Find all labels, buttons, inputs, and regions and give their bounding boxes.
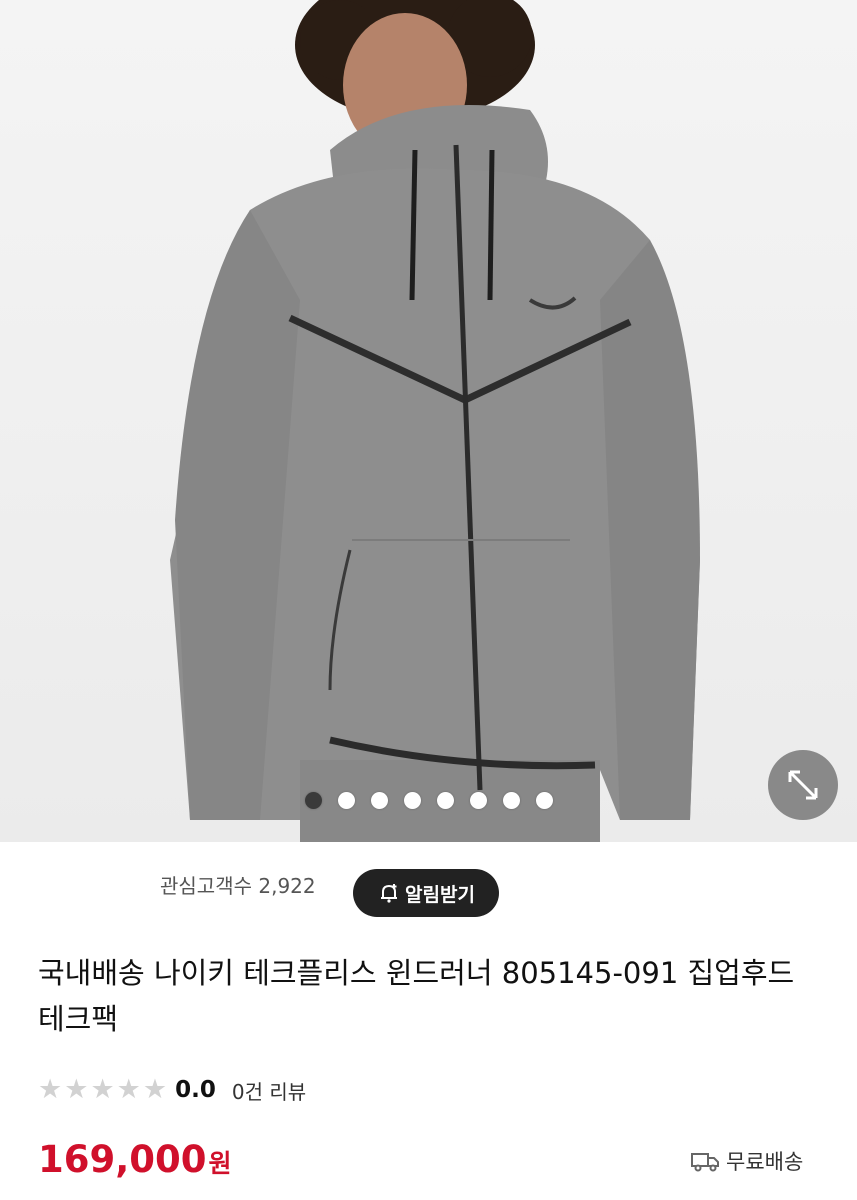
gallery-dot[interactable] (535, 792, 553, 809)
rating-stars: ★ ★ ★ ★ ★ (38, 1075, 167, 1105)
price-amount: 169,000 (38, 1138, 207, 1181)
price-currency: 원 (208, 1149, 232, 1178)
star-empty-icon: ★ (64, 1074, 89, 1105)
product-photo (170, 0, 700, 842)
rating-row[interactable]: ★ ★ ★ ★ ★ 0.0 0건 리뷰 (38, 1075, 306, 1105)
star-empty-icon: ★ (90, 1074, 115, 1105)
expand-image-button[interactable] (768, 750, 838, 820)
gallery-pagination (0, 792, 857, 809)
star-empty-icon: ★ (38, 1074, 63, 1105)
shipping-label: 무료배송 (726, 1150, 804, 1174)
expand-arrows-icon (788, 770, 818, 800)
price: 169,000원 (38, 1138, 232, 1181)
rating-score: 0.0 (175, 1077, 216, 1103)
gallery-dot[interactable] (337, 792, 355, 809)
alarm-button-label: 알림받기 (405, 883, 475, 906)
review-count-link[interactable]: 0건 리뷰 (232, 1076, 306, 1105)
gallery-dot[interactable] (502, 792, 520, 809)
product-image-gallery[interactable] (0, 0, 857, 842)
bell-plus-icon (381, 884, 398, 903)
star-empty-icon: ★ (116, 1074, 141, 1105)
shipping-info: 무료배송 (690, 1146, 803, 1176)
star-empty-icon: ★ (142, 1074, 168, 1105)
truck-icon (691, 1153, 719, 1172)
alarm-button[interactable]: 알림받기 (353, 869, 499, 917)
gallery-dot[interactable] (370, 792, 388, 809)
gallery-dot[interactable] (469, 792, 487, 809)
gallery-dot[interactable] (304, 792, 322, 809)
watch-count-label: 관심고객수 2,922 (160, 874, 316, 898)
watch-count: 관심고객수 2,922 (160, 870, 316, 899)
gallery-dot[interactable] (436, 792, 454, 809)
gallery-dot[interactable] (403, 792, 421, 809)
product-title: 국내배송 나이키 테크플리스 윈드러너 805145-091 집업후드 테크팩 (38, 956, 795, 1036)
